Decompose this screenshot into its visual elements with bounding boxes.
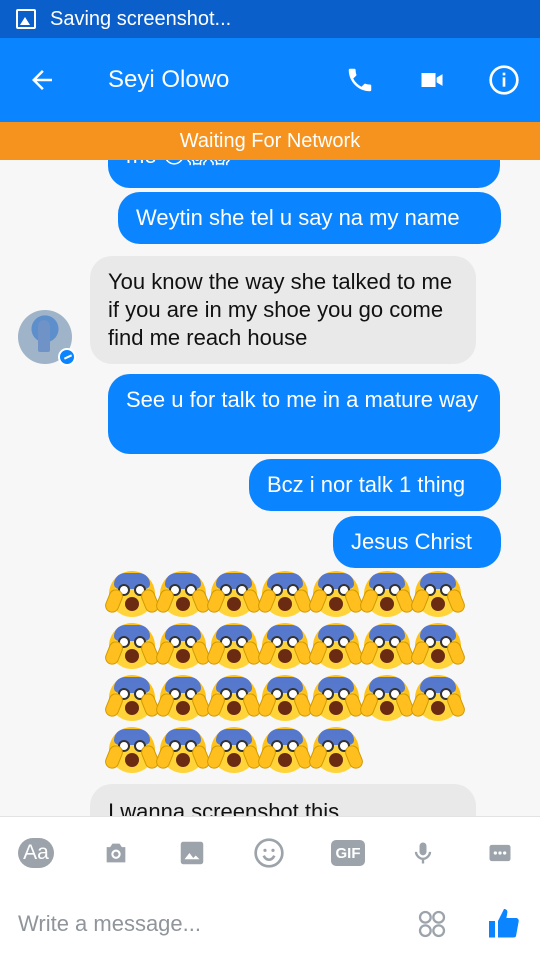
message-bubble[interactable]: Jesus Christ <box>333 516 501 568</box>
message-text: Bcz i nor talk 1 thing <box>267 472 466 497</box>
emoji-button[interactable] <box>251 835 287 871</box>
back-button[interactable] <box>0 38 84 122</box>
contact-name[interactable]: Seyi Olowo <box>108 66 324 94</box>
messenger-badge-icon <box>58 348 76 366</box>
screaming-face-emoji-icon <box>307 622 365 670</box>
camera-button[interactable] <box>98 835 134 871</box>
screaming-face-emoji-icon <box>256 570 314 618</box>
status-text: Saving screenshot... <box>50 7 232 30</box>
screaming-face-emoji-icon <box>307 674 365 722</box>
screaming-face-emoji-icon <box>154 622 212 670</box>
screaming-face-emoji-icon <box>256 622 314 670</box>
contact-avatar[interactable] <box>18 310 76 366</box>
screaming-face-emoji-icon <box>205 726 263 774</box>
screaming-face-emoji-icon <box>103 570 161 618</box>
screaming-face-emoji-icon <box>103 674 161 722</box>
camera-icon <box>106 843 126 863</box>
message-bubble[interactable]: See u for talk to me in a mature way <box>108 374 500 454</box>
composer-toolbar: Aa GIF <box>0 816 540 888</box>
screaming-face-emoji-icon <box>409 674 467 722</box>
message-bubble[interactable]: me 😞😱😱 <box>108 160 500 188</box>
gif-button[interactable]: GIF <box>330 835 366 871</box>
message-input[interactable] <box>0 888 400 960</box>
screaming-face-emoji-icon <box>205 622 263 670</box>
more-button[interactable] <box>482 835 518 871</box>
aa-icon: Aa <box>18 838 54 868</box>
screaming-face-emoji-icon <box>103 726 161 774</box>
gallery-icon <box>180 841 204 865</box>
avatar-photo <box>38 320 50 352</box>
message-text: Weytin she tel u say na my name <box>136 205 460 230</box>
screaming-face-emoji-icon <box>256 674 314 722</box>
like-icon <box>489 909 519 938</box>
image-icon <box>16 9 36 29</box>
message-bubble[interactable]: I wanna screenshot this <box>90 784 476 816</box>
screaming-face-emoji-icon <box>358 622 416 670</box>
message-text: I wanna screenshot this <box>108 799 340 816</box>
screaming-face-emoji-icon <box>358 674 416 722</box>
message-composer <box>0 888 540 960</box>
video-call-button[interactable] <box>396 38 468 122</box>
network-banner: Waiting For Network <box>0 122 540 160</box>
message-text: See u for talk to me in a mature way <box>126 387 479 412</box>
system-status-bar: Saving screenshot... <box>0 0 540 38</box>
gallery-button[interactable] <box>174 835 210 871</box>
message-bubble[interactable]: You know the way she talked to me if you… <box>90 256 476 364</box>
conversation-header: Seyi Olowo <box>0 38 540 122</box>
message-text: Jesus Christ <box>351 529 473 554</box>
phone-icon <box>348 68 372 92</box>
more-icon <box>489 844 511 862</box>
back-arrow-icon <box>32 70 52 90</box>
screaming-face-emoji-icon <box>256 726 314 774</box>
screaming-face-emoji-icon <box>205 570 263 618</box>
screaming-face-emoji-icon <box>205 674 263 722</box>
text-format-button[interactable]: Aa <box>18 835 54 871</box>
stickers-icon <box>418 910 446 938</box>
screaming-face-emoji-icon <box>307 726 365 774</box>
message-bubble[interactable]: Bcz i nor talk 1 thing <box>249 459 501 511</box>
screaming-face-emoji-icon <box>154 570 212 618</box>
info-icon <box>489 65 519 95</box>
screaming-face-emoji-icon <box>409 622 467 670</box>
message-text: me 😞😱😱 <box>126 160 231 168</box>
screaming-face-emoji-icon <box>307 570 365 618</box>
message-text: You know the way she talked to me if you… <box>108 269 453 350</box>
screaming-face-emoji-icon <box>358 570 416 618</box>
like-button[interactable] <box>486 906 522 942</box>
stickers-button[interactable] <box>416 908 448 940</box>
video-icon <box>421 73 443 87</box>
emoji-icon <box>254 838 284 868</box>
voice-button[interactable] <box>405 835 441 871</box>
message-bubble[interactable]: Weytin she tel u say na my name <box>118 192 501 244</box>
gif-icon: GIF <box>331 840 365 866</box>
screaming-face-emoji-icon <box>154 726 212 774</box>
call-button[interactable] <box>324 38 396 122</box>
screaming-face-emoji-icon <box>103 622 161 670</box>
screaming-face-emoji-icon <box>409 570 467 618</box>
screaming-face-emoji-icon <box>154 674 212 722</box>
mic-icon <box>414 842 432 864</box>
info-button[interactable] <box>468 38 540 122</box>
message-thread[interactable]: me 😞😱😱 Weytin she tel u say na my name Y… <box>0 160 540 816</box>
